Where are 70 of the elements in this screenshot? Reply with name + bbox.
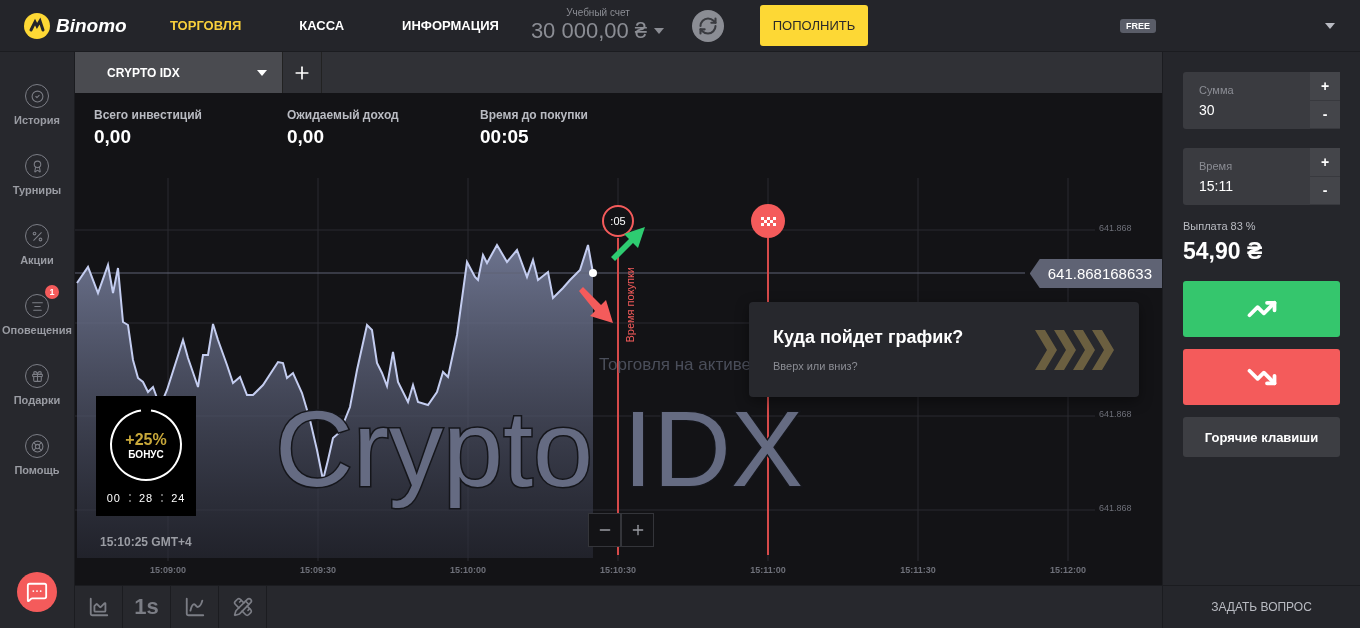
nav-link[interactable]: КАССА xyxy=(299,18,345,33)
decrement-button[interactable]: - xyxy=(1310,100,1340,129)
x-axis-label: 15:12:00 xyxy=(1049,565,1087,575)
stat-value: 0,00 xyxy=(287,126,325,148)
x-axis-label: 15:10:30 xyxy=(599,565,637,575)
caret-icon[interactable] xyxy=(653,27,666,35)
countdown-badge: :05 xyxy=(602,205,634,237)
y-axis-label: 641.868 xyxy=(1097,223,1134,233)
current-price-tag: 641.868168633 xyxy=(1029,259,1162,288)
timer-digits: 24 xyxy=(171,492,186,504)
stat-label: Всего инвестиций xyxy=(94,108,203,122)
prompt-title: Куда пойдет график? xyxy=(773,327,964,348)
x-axis-label: 15:11:30 xyxy=(899,565,937,575)
notification-badge: 1 xyxy=(45,285,59,299)
line-chart-icon[interactable] xyxy=(183,596,206,618)
decrement-button[interactable]: - xyxy=(1310,176,1340,205)
account-balance[interactable]: 30 000,00 ₴ xyxy=(530,18,648,44)
refresh-button[interactable] xyxy=(692,9,724,42)
caret-icon[interactable] xyxy=(1324,21,1336,30)
nav-link[interactable]: ИНФОРМАЦИЯ xyxy=(402,18,499,33)
server-time: 15:10:25 GMT+4 xyxy=(100,535,192,549)
x-axis-label: 15:11:00 xyxy=(749,565,787,575)
purchase-time-label: Время покупки xyxy=(624,267,636,343)
add-tab-button[interactable] xyxy=(282,52,322,93)
sidebar-label[interactable]: Подарки xyxy=(13,394,61,406)
sidebar-label[interactable]: История xyxy=(14,114,60,126)
x-axis-label: 15:09:30 xyxy=(299,565,337,575)
sidebar-label[interactable]: Помощь xyxy=(14,464,60,476)
area-chart-icon[interactable] xyxy=(87,596,110,618)
hotkeys-button[interactable]: Горячие клавиши xyxy=(1183,417,1340,457)
bonus-widget[interactable]: +25% БОНУС 00 28 24 xyxy=(96,396,196,516)
asset-tab[interactable]: CRYPTO IDX xyxy=(75,52,282,93)
stat-label: Время до покупки xyxy=(480,108,589,122)
zoom-in-button[interactable] xyxy=(621,513,654,547)
caret-icon[interactable] xyxy=(256,68,268,77)
logo-text: Binomo xyxy=(56,14,127,37)
trade-input-field[interactable]: Сумма 30 + - xyxy=(1183,72,1340,129)
stat-value: 0,00 xyxy=(94,126,132,148)
buy-down-button[interactable] xyxy=(1183,349,1340,405)
stat-label: Ожидаемый доход xyxy=(287,108,400,122)
account-label: Учебный счет xyxy=(566,7,630,18)
chevrons-icon xyxy=(1035,329,1115,370)
free-badge: FREE xyxy=(1120,18,1156,33)
finish-flag-icon xyxy=(751,204,785,238)
y-axis-label: 641.868 xyxy=(1097,503,1134,513)
deposit-button[interactable]: ПОПОЛНИТЬ xyxy=(760,5,868,46)
y-axis-label: 641.868 xyxy=(1097,409,1134,419)
trade-input-field[interactable]: Время 15:11 + - xyxy=(1183,148,1340,205)
x-axis-label: 15:09:00 xyxy=(149,565,187,575)
pencil-ruler-icon[interactable] xyxy=(232,597,253,617)
x-axis-label: 15:10:00 xyxy=(449,565,487,575)
sidebar-label[interactable]: Турниры xyxy=(12,184,62,196)
increment-button[interactable]: + xyxy=(1310,72,1340,101)
stat-value: 00:05 xyxy=(480,126,530,148)
payout-value: 54,90 ₴ xyxy=(1183,238,1264,265)
interval-button[interactable]: 1s xyxy=(123,586,171,628)
nav-link[interactable]: ТОРГОВЛЯ xyxy=(170,18,242,33)
prompt-subtitle: Вверх или вниз? xyxy=(773,360,859,372)
progress-ring-icon xyxy=(109,408,183,482)
refresh-icon[interactable] xyxy=(698,15,718,36)
payout-label: Выплата 83 % xyxy=(1183,220,1257,232)
timer-digits: 00 xyxy=(106,492,121,504)
bonus-percent: +25% xyxy=(125,430,167,449)
sidebar-label[interactable]: Акции xyxy=(20,254,54,266)
bonus-label: БОНУС xyxy=(128,448,164,460)
chat-button[interactable] xyxy=(17,572,57,612)
timer-digits: 28 xyxy=(138,492,154,504)
logo-icon xyxy=(24,12,50,39)
increment-button[interactable]: + xyxy=(1310,148,1340,177)
sidebar-label[interactable]: Оповещения xyxy=(2,324,72,336)
